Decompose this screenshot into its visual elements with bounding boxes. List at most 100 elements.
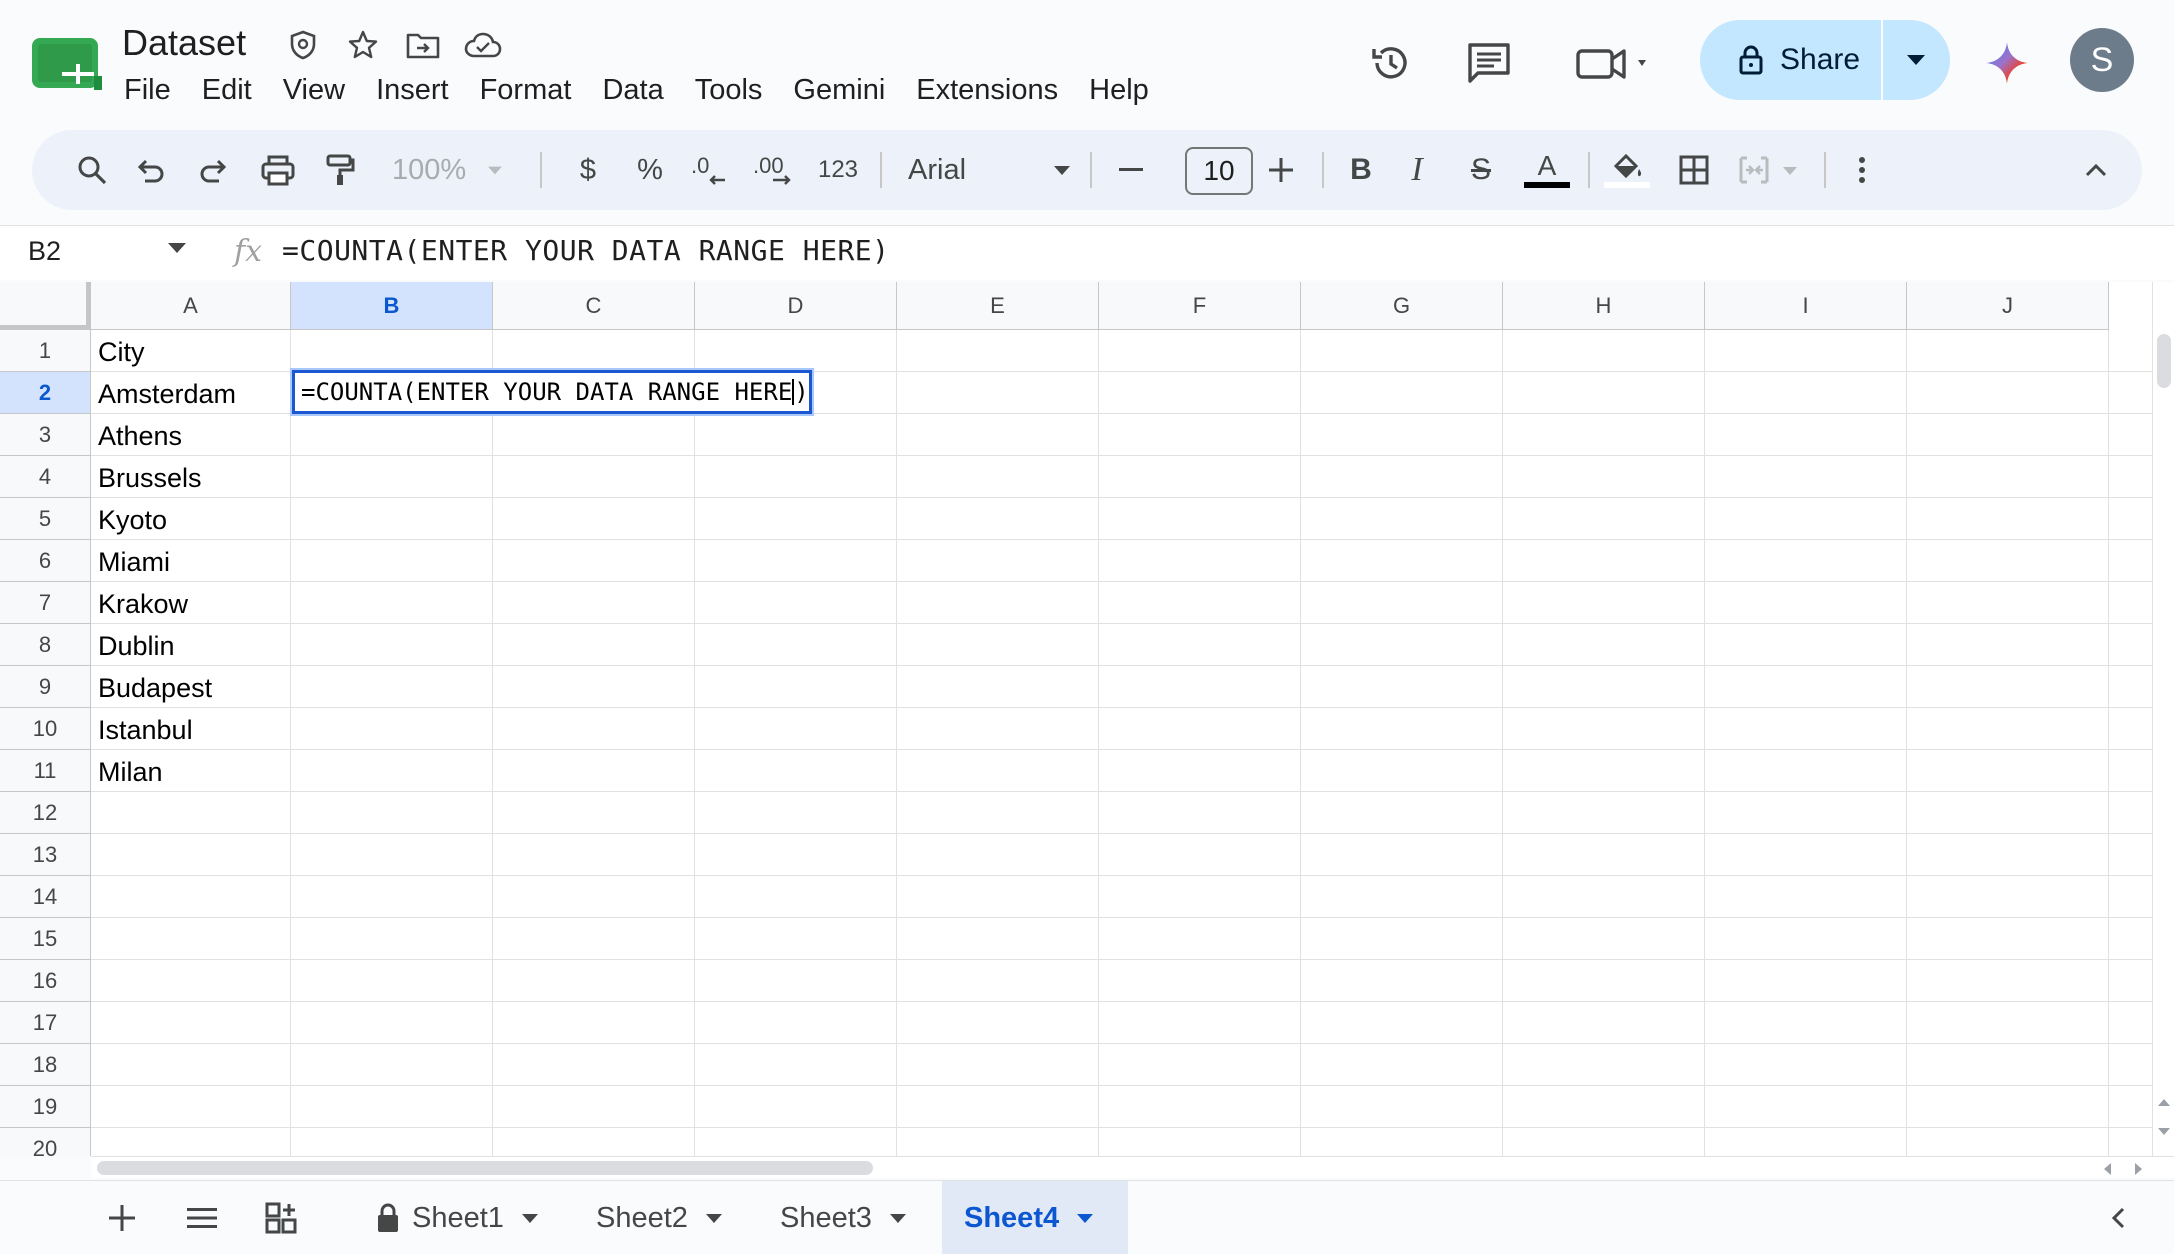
cell-a10[interactable]: Istanbul (98, 715, 193, 746)
star-icon[interactable] (344, 26, 382, 64)
zoom-select[interactable]: 100% (392, 144, 502, 196)
scroll-up-arrow-icon[interactable] (2158, 1098, 2170, 1106)
menu-insert[interactable]: Insert (376, 72, 449, 109)
percent-format-button[interactable]: % (628, 144, 672, 196)
formula-input[interactable]: =COUNTA(ENTER YOUR DATA RANGE HERE) (282, 234, 890, 267)
collapse-toolbar-icon[interactable] (2072, 144, 2120, 196)
menu-format[interactable]: Format (480, 72, 572, 109)
italic-icon[interactable]: I (1392, 144, 1442, 196)
row-header-13[interactable]: 13 (0, 834, 91, 876)
scroll-right-arrow-icon[interactable] (2135, 1163, 2143, 1175)
row-header-8[interactable]: 8 (0, 624, 91, 666)
add-sheet-icon[interactable] (96, 1193, 148, 1243)
gemini-spark-icon[interactable] (1980, 36, 2034, 90)
search-menus-icon[interactable] (66, 144, 118, 196)
font-size-input[interactable]: 10 (1185, 147, 1253, 195)
row-header-3[interactable]: 3 (0, 414, 91, 456)
cell-a6[interactable]: Miami (98, 547, 170, 578)
column-header-g[interactable]: G (1301, 282, 1503, 330)
account-avatar[interactable]: S (2070, 28, 2134, 92)
decrease-decimal-icon[interactable]: .0 (684, 144, 734, 196)
spreadsheet-grid[interactable]: ABCDEFGHIJ 1 2 3 4 5 6 7 8 9 10 11 12 13 14 15 16 17 18 19… (0, 282, 2152, 1156)
row-header-1[interactable]: 1 (0, 330, 91, 372)
menu-gemini[interactable]: Gemini (793, 72, 885, 109)
share-dropdown-icon[interactable] (1883, 20, 1949, 100)
scroll-left-arrow-icon[interactable] (2103, 1163, 2111, 1175)
menu-view[interactable]: View (283, 72, 345, 109)
tab-sheet3[interactable]: Sheet3 (758, 1181, 928, 1254)
menu-data[interactable]: Data (602, 72, 663, 109)
redo-icon[interactable] (192, 144, 236, 196)
number-format-button[interactable]: 123 (810, 144, 866, 196)
tab-sheet2[interactable]: Sheet2 (574, 1181, 744, 1254)
chevron-down-icon[interactable] (1077, 1213, 1094, 1223)
column-header-i[interactable]: I (1705, 282, 1907, 330)
chevron-down-icon[interactable] (889, 1213, 906, 1223)
menu-tools[interactable]: Tools (695, 72, 763, 109)
vertical-scroll-thumb[interactable] (2157, 334, 2171, 388)
column-header-c[interactable]: C (493, 282, 695, 330)
strikethrough-icon[interactable]: S (1456, 144, 1506, 196)
row-header-18[interactable]: 18 (0, 1044, 91, 1086)
print-icon[interactable] (254, 144, 302, 196)
row-header-14[interactable]: 14 (0, 876, 91, 918)
all-sheets-menu-icon[interactable] (176, 1193, 228, 1243)
row-header-20[interactable]: 20 (0, 1128, 91, 1156)
document-title[interactable]: Dataset (122, 22, 246, 64)
row-header-6[interactable]: 6 (0, 540, 91, 582)
explore-collapse-icon[interactable] (2092, 1193, 2144, 1243)
cell-a9[interactable]: Budapest (98, 673, 212, 704)
share-button[interactable]: Share (1700, 20, 1883, 100)
cell-a11[interactable]: Milan (98, 757, 163, 788)
row-header-10[interactable]: 10 (0, 708, 91, 750)
sheets-logo-icon[interactable] (32, 38, 102, 90)
font-family-select[interactable]: Arial (902, 144, 1102, 196)
row-header-19[interactable]: 19 (0, 1086, 91, 1128)
column-header-a[interactable]: A (91, 282, 291, 330)
menu-extensions[interactable]: Extensions (916, 72, 1058, 109)
row-header-9[interactable]: 9 (0, 666, 91, 708)
horizontal-scroll-thumb[interactable] (97, 1161, 873, 1175)
row-header-2[interactable]: 2 (0, 372, 91, 414)
menu-edit[interactable]: Edit (202, 72, 252, 109)
tab-sheet4[interactable]: Sheet4 (942, 1181, 1128, 1254)
shield-icon[interactable] (284, 26, 322, 64)
cell-a2[interactable]: Amsterdam (98, 379, 236, 410)
chevron-down-icon[interactable] (168, 240, 186, 258)
cell-a1[interactable]: City (98, 337, 145, 368)
row-header-7[interactable]: 7 (0, 582, 91, 624)
row-header-16[interactable]: 16 (0, 960, 91, 1002)
column-header-j[interactable]: J (1907, 282, 2109, 330)
decrease-font-size-icon[interactable] (1106, 144, 1156, 196)
row-header-15[interactable]: 15 (0, 918, 91, 960)
column-header-h[interactable]: H (1503, 282, 1705, 330)
column-header-b[interactable]: B (291, 282, 493, 330)
paint-format-icon[interactable] (318, 144, 362, 196)
horizontal-scrollbar[interactable] (91, 1156, 2174, 1178)
column-header-d[interactable]: D (695, 282, 897, 330)
cell-a7[interactable]: Krakow (98, 589, 188, 620)
scroll-down-arrow-icon[interactable] (2158, 1128, 2170, 1136)
name-box[interactable]: B2 (28, 236, 61, 267)
row-header-11[interactable]: 11 (0, 750, 91, 792)
cell-a5[interactable]: Kyoto (98, 505, 167, 536)
undo-icon[interactable] (128, 144, 172, 196)
row-header-17[interactable]: 17 (0, 1002, 91, 1044)
menu-help[interactable]: Help (1089, 72, 1149, 109)
cell-a4[interactable]: Brussels (98, 463, 202, 494)
row-header-5[interactable]: 5 (0, 498, 91, 540)
column-header-e[interactable]: E (897, 282, 1099, 330)
currency-format-button[interactable]: $ (566, 144, 610, 196)
menu-file[interactable]: File (124, 72, 171, 109)
cloud-saved-icon[interactable] (464, 26, 502, 64)
merge-cells-icon[interactable] (1732, 144, 1812, 196)
meet-camera-icon[interactable] (1574, 36, 1654, 90)
vertical-scrollbar[interactable] (2152, 282, 2174, 1156)
chevron-down-icon[interactable] (521, 1213, 538, 1223)
borders-icon[interactable] (1668, 144, 1720, 196)
more-options-icon[interactable] (1840, 144, 1884, 196)
sheet-organizer-icon[interactable] (256, 1193, 308, 1243)
fill-color-icon[interactable] (1600, 144, 1654, 196)
increase-decimal-icon[interactable]: .00 (746, 144, 800, 196)
version-history-icon[interactable] (1364, 36, 1418, 90)
